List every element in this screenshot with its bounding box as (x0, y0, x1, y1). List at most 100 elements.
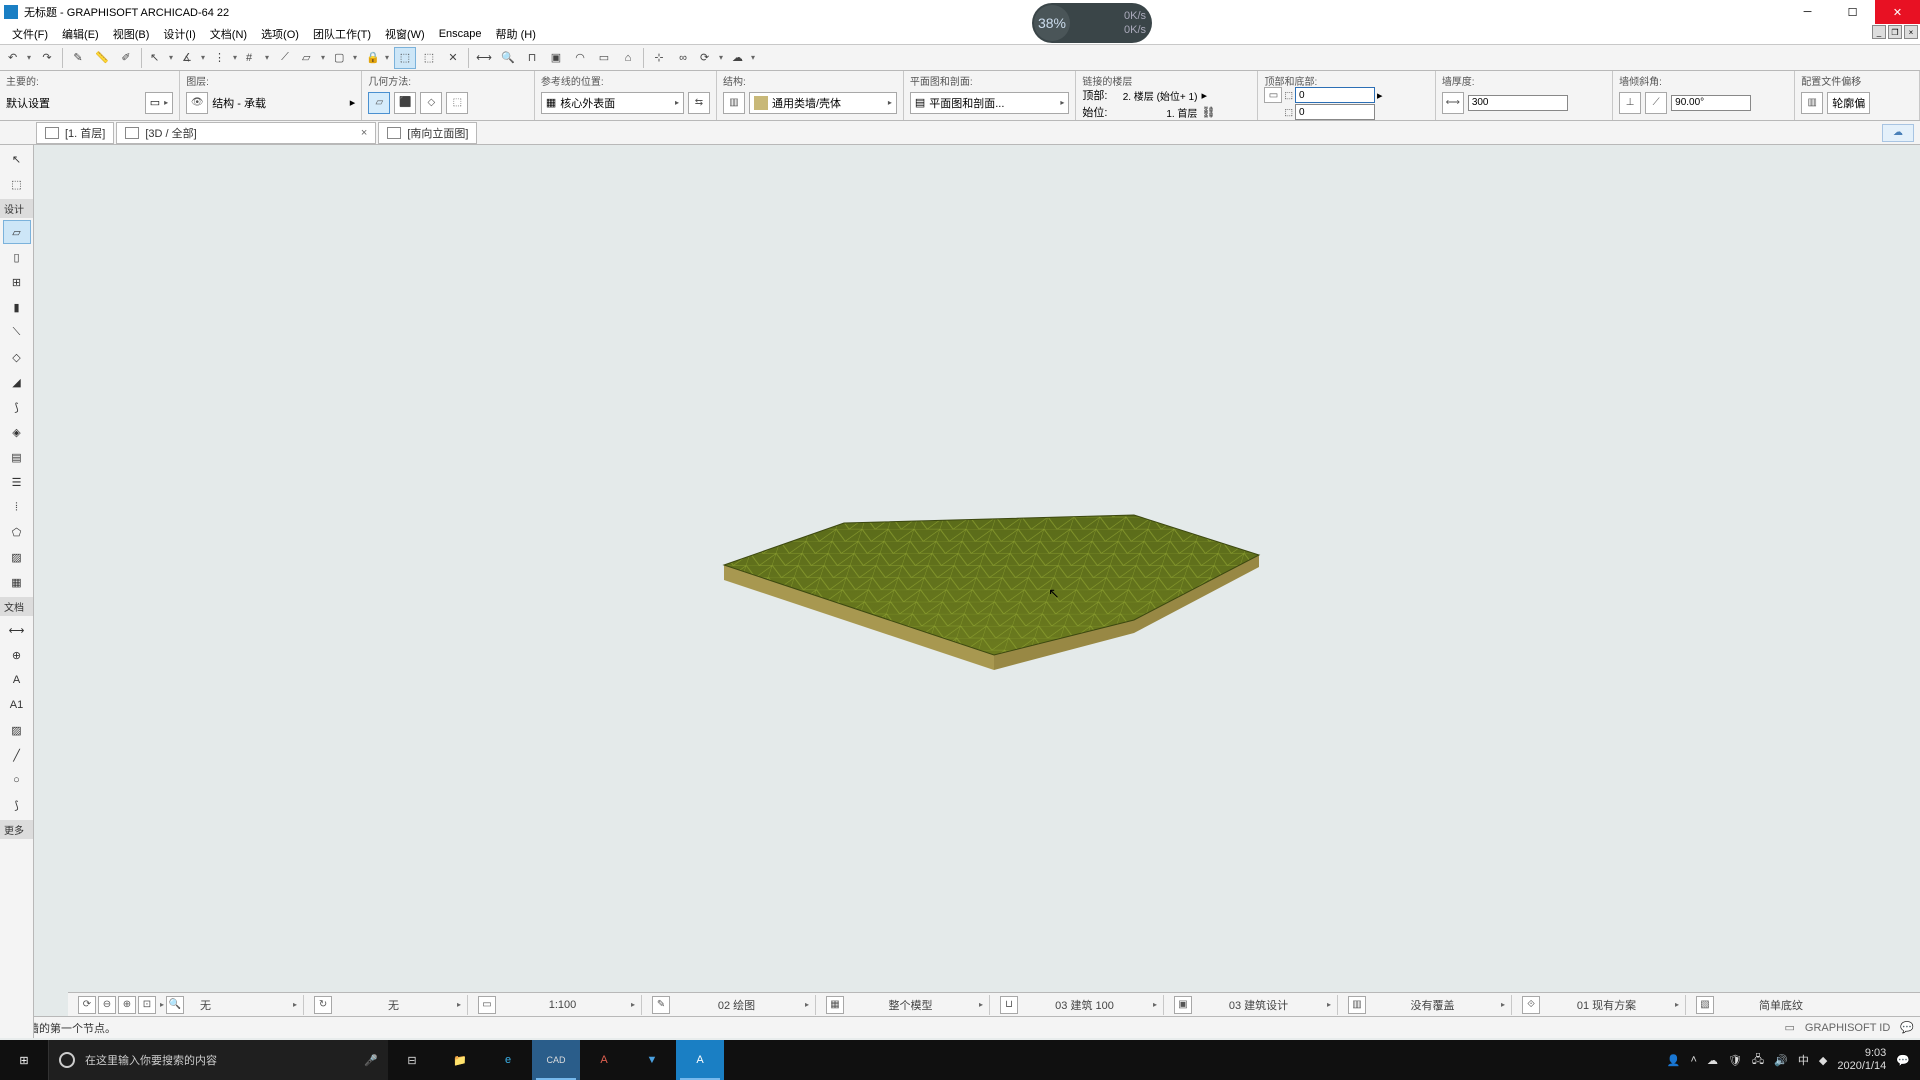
model-view-select[interactable]: ⊔03 建筑 100▸ (994, 995, 1164, 1015)
vertical-icon[interactable]: ⊥ (1619, 92, 1641, 114)
partial-display-select[interactable]: ▦整个模型▸ (820, 995, 990, 1015)
refline-select[interactable]: ▦核心外表面▸ (541, 92, 684, 114)
scale-select[interactable]: ▭1:100▸ (472, 995, 642, 1015)
mesh-terrain-object[interactable] (714, 505, 1264, 688)
mdi-minimize[interactable]: _ (1872, 25, 1886, 39)
shell-tool[interactable]: ⟆ (3, 395, 31, 419)
menu-options[interactable]: 选项(O) (255, 24, 305, 44)
curtain-wall-tool[interactable]: ▤ (3, 445, 31, 469)
edge-button[interactable]: e (484, 1040, 532, 1080)
geo-method-4[interactable]: ⬚ (446, 92, 468, 114)
cloud-sync-icon[interactable]: ☁ (1882, 124, 1914, 142)
text-tool[interactable]: A (3, 668, 31, 692)
tray-app-icon[interactable]: ◆ (1819, 1054, 1827, 1067)
profile-offset-button[interactable]: 轮廓偏 (1827, 92, 1870, 114)
performance-widget[interactable]: 38% 0K/s 0K/s (1032, 3, 1152, 43)
start-button[interactable]: ⊞ (0, 1040, 48, 1080)
network-icon[interactable]: 🖧 (1752, 1051, 1764, 1070)
task-view-button[interactable]: ⊟ (388, 1040, 436, 1080)
palette-section-more[interactable]: 更多 (0, 820, 33, 839)
surface-button[interactable]: ▱ (298, 47, 328, 69)
thickness-input[interactable] (1468, 95, 1568, 111)
ime-indicator[interactable]: 中 (1798, 1052, 1809, 1068)
menu-help[interactable]: 帮助 (H) (490, 24, 542, 44)
base-value[interactable]: 1. 首层 (1111, 105, 1197, 120)
arc-button[interactable]: ◠ (569, 47, 591, 69)
people-icon[interactable]: 👤 (1667, 1054, 1681, 1067)
menu-edit[interactable]: 编辑(E) (56, 24, 105, 44)
clock[interactable]: 9:03 2020/1/14 (1837, 1047, 1886, 1073)
connect-button[interactable]: ⊹ (648, 47, 670, 69)
orientation-select[interactable]: 无▸ (194, 995, 304, 1015)
zoom-out-icon[interactable]: ⊖ (98, 996, 116, 1014)
zoom-refresh-icon[interactable]: ⟳ (78, 996, 96, 1014)
top-offset-input[interactable] (1295, 87, 1375, 103)
roof-tool[interactable]: ◢ (3, 370, 31, 394)
override-select[interactable]: ▥没有覆盖▸ (1342, 995, 1512, 1015)
flip-button[interactable]: ⇆ (688, 92, 710, 114)
close-button[interactable]: ✕ (1875, 0, 1920, 24)
tray-chevron-icon[interactable]: ˄ (1691, 1054, 1697, 1066)
tab-elevation[interactable]: [南向立面图] (378, 122, 477, 144)
mesh-tool[interactable]: ▦ (3, 570, 31, 594)
maximize-button[interactable]: ☐ (1830, 0, 1875, 24)
wall-tool[interactable]: ▱ (3, 220, 31, 244)
home-button[interactable]: ⌂ (617, 47, 639, 69)
palette-section-design[interactable]: 设计 (0, 199, 33, 218)
eyedropper-button[interactable]: ✐ (115, 47, 137, 69)
struct-type-icon[interactable]: ▥ (723, 92, 745, 114)
guide-line-button[interactable]: ∡ (178, 47, 208, 69)
3d-style-select[interactable]: ▧简单底纹 (1690, 995, 1850, 1015)
tab-3d[interactable]: [3D / 全部] × (116, 122, 376, 144)
plan-select[interactable]: ▤平面图和剖面...▸ (910, 92, 1070, 114)
geo-method-2[interactable]: ⬛ (394, 92, 416, 114)
minimize-button[interactable]: ─ (1785, 0, 1830, 24)
geo-method-3[interactable]: ◇ (420, 92, 442, 114)
arrow-tool[interactable]: ↖ (3, 147, 31, 171)
object-tool[interactable]: ⬠ (3, 520, 31, 544)
pen-set-select[interactable]: ✎02 绘图▸ (646, 995, 816, 1015)
menu-file[interactable]: 文件(F) (6, 24, 54, 44)
fill-tool[interactable]: ▨ (3, 718, 31, 742)
label-tool[interactable]: A1 (3, 693, 31, 717)
base-link-icon[interactable]: ⛓ (1201, 106, 1215, 119)
lock-button[interactable]: 🔒 (362, 47, 392, 69)
marquee-tool[interactable]: ⬚ (3, 172, 31, 196)
renovation-select[interactable]: ⟐01 现有方案▸ (1516, 995, 1686, 1015)
menu-document[interactable]: 文档(N) (204, 24, 253, 44)
ruler-button[interactable]: ⟷ (473, 47, 495, 69)
slanted-icon[interactable]: ⟋ (1645, 92, 1667, 114)
section-button[interactable]: ▭ (593, 47, 615, 69)
circle-tool[interactable]: ○ (3, 768, 31, 792)
mdi-close[interactable]: × (1904, 25, 1918, 39)
cursor-snap-button[interactable]: ↖ (146, 47, 176, 69)
find-button[interactable]: 🔍 (497, 47, 519, 69)
onedrive-icon[interactable]: ☁ (1707, 1054, 1718, 1067)
profile-offset-icon[interactable]: ▥ (1801, 92, 1823, 114)
beam-tool[interactable]: ⟍ (3, 320, 31, 344)
tab-floor-plan[interactable]: [1. 首层] (36, 122, 114, 144)
align-button[interactable]: ⊓ (521, 47, 543, 69)
line-tool[interactable]: ╱ (3, 743, 31, 767)
taskbar-search[interactable]: 在这里输入你要搜索的内容 🎤 (48, 1040, 388, 1080)
eye-icon[interactable]: 👁 (186, 92, 208, 114)
offset-arrow-icon[interactable]: ▸ (1377, 89, 1383, 102)
explorer-button[interactable]: 📁 (436, 1040, 484, 1080)
app-v-button[interactable]: ▼ (628, 1040, 676, 1080)
suspend-button[interactable]: ✕ (442, 47, 464, 69)
menu-enscape[interactable]: Enscape (433, 26, 488, 42)
zone-tool[interactable]: ▨ (3, 545, 31, 569)
volume-icon[interactable]: 🔊 (1774, 1054, 1788, 1067)
tab-close-icon[interactable]: × (361, 127, 367, 139)
undo-button[interactable]: ↶ (4, 47, 34, 69)
menu-design[interactable]: 设计(I) (157, 24, 201, 44)
mdi-restore[interactable]: ❐ (1888, 25, 1902, 39)
railing-tool[interactable]: ⦙ (3, 495, 31, 519)
default-settings[interactable]: 默认设置 (6, 95, 50, 111)
sync-button[interactable]: ⟳ (696, 47, 726, 69)
view-button[interactable]: ▢ (330, 47, 360, 69)
bottom-offset-input[interactable] (1295, 104, 1375, 120)
arc-tool[interactable]: ⟆ (3, 793, 31, 817)
layer-combo-select[interactable]: ▣03 建筑设计▸ (1168, 995, 1338, 1015)
pick-button[interactable]: ✎ (67, 47, 89, 69)
